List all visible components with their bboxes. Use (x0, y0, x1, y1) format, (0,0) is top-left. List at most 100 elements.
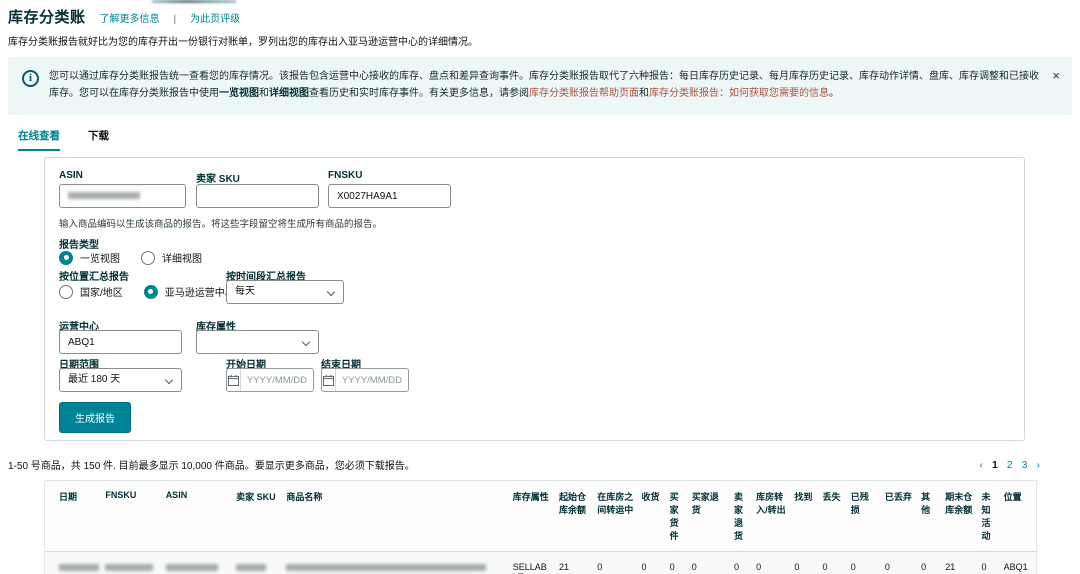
report-type-label: 报告类型 (59, 240, 99, 251)
redacted-asin-value (68, 192, 140, 199)
table-cell: 0 (641, 562, 647, 572)
asin-label: ASIN (59, 170, 83, 181)
column-header: 在库房之间转运中 (593, 481, 638, 552)
time-agg-select[interactable]: 每天 (226, 280, 344, 304)
column-header: 位置 (999, 481, 1036, 552)
ledger-howto-link[interactable]: 库存分类账报告：如何获取您需要的信息 (649, 88, 829, 99)
results-bar: 1-50 号商品，共 150 件. 目前最多显示 10,000 件商品。要显示更… (8, 457, 1072, 473)
table-header-row: 日期 FNSKU ASIN 卖家 SKU 商品名称 库存属性 起始仓库余额 在库房之间转运中收… (45, 481, 1036, 552)
rate-page-link[interactable]: 为此页评级 (190, 10, 240, 25)
radio-detailed-view[interactable] (141, 250, 155, 265)
close-icon[interactable]: × (1052, 68, 1060, 102)
radio-summary-view-label[interactable]: 一览视图 (80, 250, 120, 265)
table-cell: 0 (884, 562, 890, 572)
column-header: 其他 (917, 481, 942, 552)
info-icon: i (22, 70, 39, 87)
table-cell (162, 552, 232, 574)
calendar-icon[interactable] (322, 369, 336, 391)
column-header: FNSKU (101, 481, 162, 552)
fnsku-input[interactable] (328, 184, 451, 208)
chevron-down-icon (301, 337, 311, 347)
redacted-value (105, 564, 154, 571)
results-summary: 1-50 号商品，共 150 件. 目前最多显示 10,000 件商品。要显示更… (8, 461, 415, 472)
pagination-prev[interactable]: ‹ (979, 459, 983, 471)
location-agg-label: 按位置汇总报告 (59, 272, 129, 283)
header-divider: | (173, 14, 177, 25)
table-cell: 0 (794, 562, 800, 572)
radio-country-region[interactable] (59, 284, 73, 299)
radio-summary-view[interactable] (59, 250, 73, 265)
column-header: 找到 (790, 481, 819, 552)
chevron-down-icon (164, 375, 174, 385)
column-header: 未知活动 (977, 481, 1000, 552)
column-header: 丢失 (818, 481, 847, 552)
start-date-placeholder: YYYY/MM/DD (246, 374, 307, 386)
disposition-select[interactable] (196, 330, 319, 354)
radio-country-region-label[interactable]: 国家/地区 (80, 284, 123, 299)
redacted-value (59, 564, 99, 571)
radio-fulfillment-center[interactable] (143, 284, 158, 299)
ledger-help-link[interactable]: 库存分类账报告帮助页面 (529, 88, 639, 99)
page-subtitle: 库存分类账报告就好比为您的库存开出一份银行对账单，罗列出您的库存出入亚马逊运营中… (8, 37, 478, 48)
column-header: 买家货件 (665, 481, 688, 552)
column-header: 日期 (45, 481, 102, 552)
table-cell: 0 (597, 562, 603, 572)
seller-sku-label: 卖家 SKU (196, 174, 240, 185)
column-header: 已残损 (846, 481, 881, 552)
radio-fulfillment-center-label[interactable]: 亚马逊运营中心 (165, 284, 235, 299)
tab-online-view[interactable]: 在线查看 (18, 128, 60, 151)
redacted-value (286, 564, 487, 571)
fc-input[interactable] (59, 330, 182, 354)
redacted-value (236, 564, 267, 571)
asin-input[interactable] (59, 184, 186, 208)
table-cell: 21 (945, 562, 956, 572)
banner-seg: 和 (639, 88, 649, 99)
table-cell: 0 (756, 562, 762, 572)
date-range-selected-value: 最近 180 天 (68, 374, 121, 385)
pagination: ‹ 123 › (979, 459, 1040, 471)
inventory-ledger-page: 库存分类账 了解更多信息 | 为此页评级 库存分类账报告就好比为您的库存开出一份… (0, 0, 1080, 574)
generate-report-button[interactable]: 生成报告 (59, 402, 131, 433)
report-type-radio-group: 一览视图 详细视图 (59, 250, 216, 265)
cropped-element-fragment (152, 0, 236, 3)
date-range-select[interactable]: 最近 180 天 (59, 368, 182, 392)
chevron-down-icon (326, 287, 336, 297)
column-header: 收货 (637, 481, 666, 552)
seller-sku-input[interactable] (196, 184, 319, 208)
banner-bold: 一览视图 (219, 88, 259, 99)
table-cell: 21 (559, 562, 570, 572)
column-header: ASIN (161, 481, 233, 552)
column-header: 卖家退货 (730, 481, 753, 552)
time-agg-selected-value: 每天 (235, 286, 255, 297)
fnsku-label: FNSKU (328, 170, 363, 181)
pagination-page[interactable]: 2 (1007, 459, 1013, 471)
end-date-placeholder: YYYY/MM/DD (341, 374, 402, 386)
banner-bold: 详细视图 (269, 88, 309, 99)
pagination-page[interactable]: 1 (992, 459, 998, 471)
banner-seg: 和 (259, 88, 269, 99)
table-cell: 0 (734, 562, 740, 572)
tab-download[interactable]: 下载 (88, 128, 109, 151)
learn-more-link[interactable]: 了解更多信息 (100, 10, 160, 25)
view-tabs: 在线查看 下载 (18, 128, 1080, 151)
page-header: 库存分类账 了解更多信息 | 为此页评级 (0, 0, 1080, 27)
banner-seg: 查看历史和实时库存事件。有关更多信息，请参阅 (309, 88, 529, 99)
column-header: 卖家 SKU (232, 481, 283, 552)
table-cell: 0 (850, 562, 856, 572)
column-header: 库存属性 (508, 481, 556, 552)
pagination-page[interactable]: 3 (1022, 459, 1028, 471)
column-header: 库房转入/转出 (752, 481, 791, 552)
table-row[interactable]: SELLABLE 21 0 0 0 0 0 0 0 0 0 0 0 21 0 ABQ1 (45, 551, 1036, 574)
table-cell: 0 (691, 562, 697, 572)
calendar-icon[interactable] (227, 369, 241, 391)
page-title: 库存分类账 (8, 9, 86, 26)
banner-seg: 。 (829, 88, 839, 99)
start-date-input[interactable]: YYYY/MM/DD (226, 368, 314, 392)
end-date-input[interactable]: YYYY/MM/DD (321, 368, 409, 392)
radio-detailed-view-label[interactable]: 详细视图 (162, 250, 202, 265)
table-cell: 0 (669, 562, 675, 572)
info-banner: i 您可以通过库存分类账报告统一查看您的库存情况。该报告包含运营中心接收的库存、… (8, 57, 1072, 115)
pagination-next[interactable]: › (1037, 459, 1041, 471)
product-code-helper-text: 输入商品编码以生成该商品的报告。将这些字段留空将生成所有商品的报告。 (59, 219, 383, 230)
ledger-table: 日期 FNSKU ASIN 卖家 SKU 商品名称 库存属性 起始仓库余额 在库房之间转运中收… (44, 480, 1037, 574)
